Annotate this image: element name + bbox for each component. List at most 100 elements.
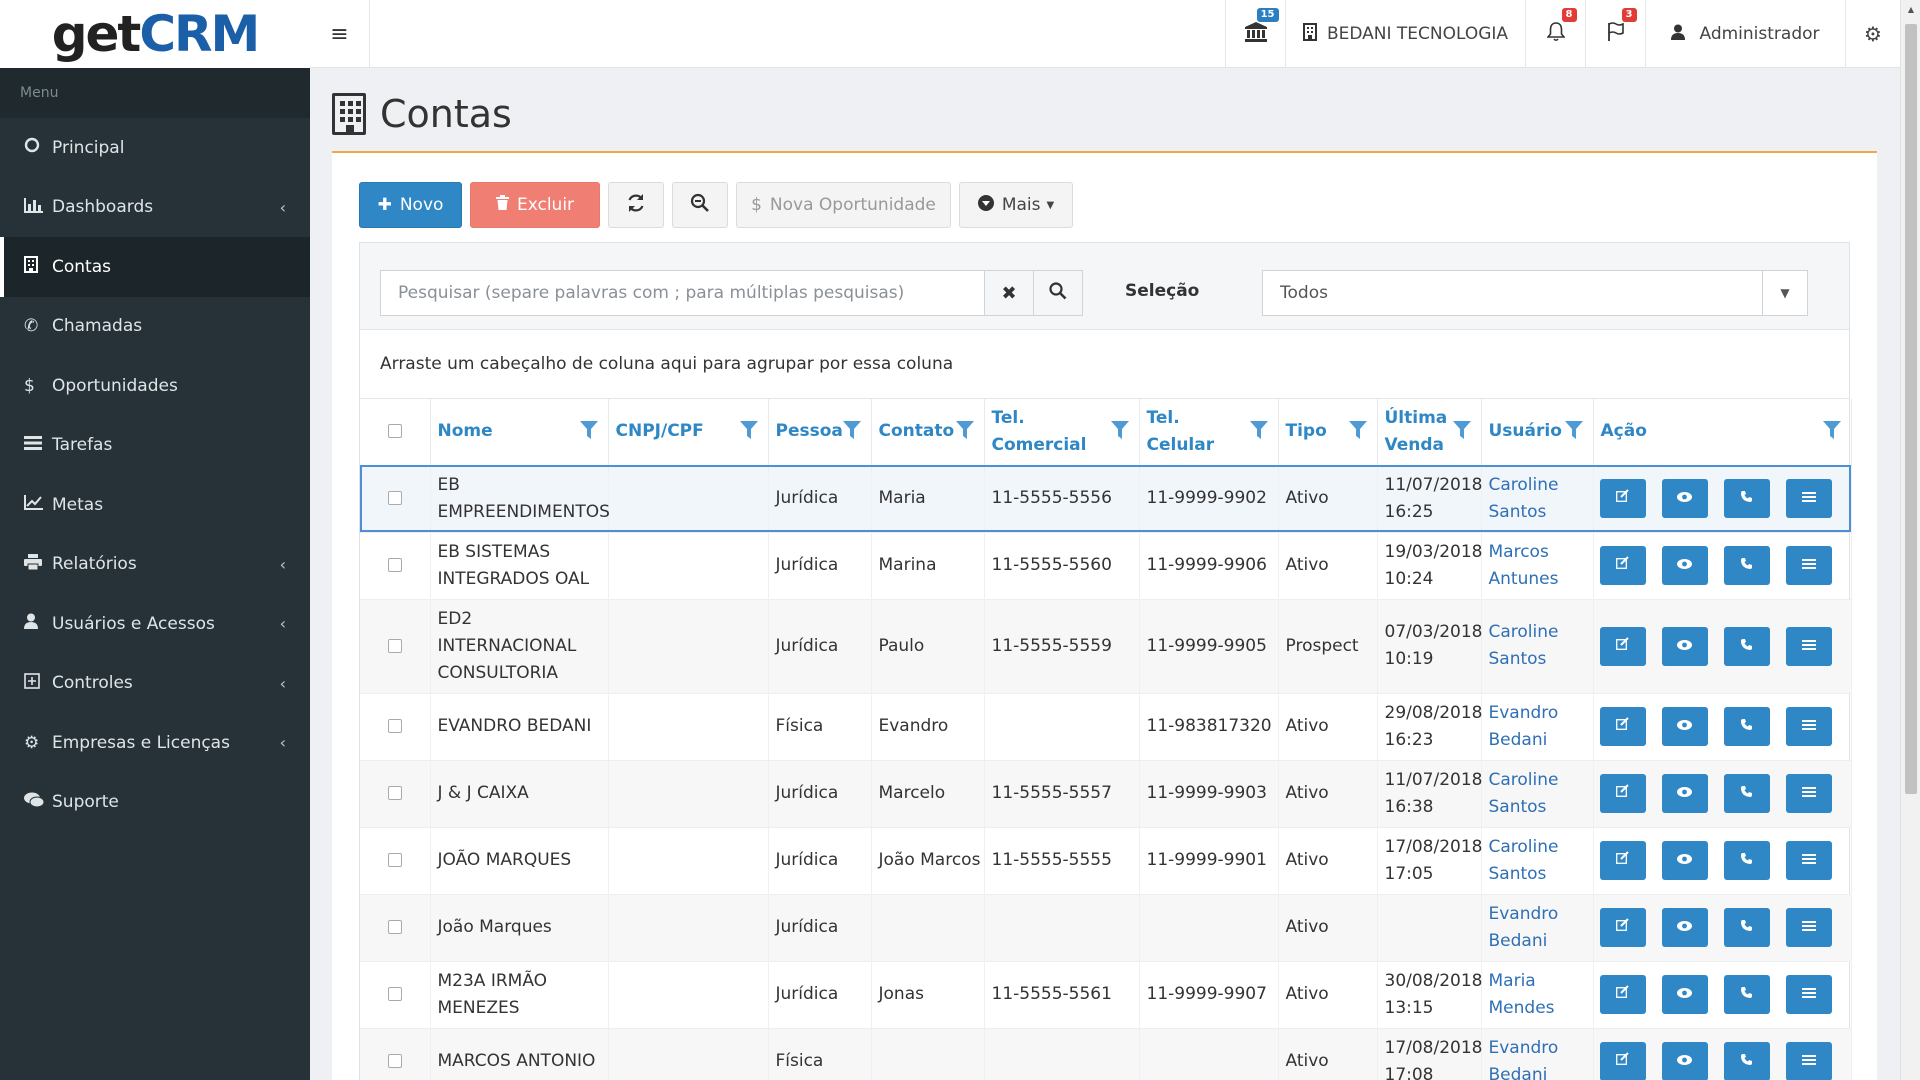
cell-usuario[interactable]: Evandro Bedani (1481, 693, 1594, 760)
sidebar-item-oportunidades[interactable]: $ Oportunidades (0, 356, 310, 416)
filter-icon[interactable] (1110, 421, 1129, 439)
filter-icon[interactable] (1564, 421, 1583, 439)
filter-icon[interactable] (579, 421, 598, 439)
details-button[interactable] (1785, 908, 1832, 947)
search-button[interactable] (1033, 270, 1083, 316)
table-row[interactable]: JOÃO MARQUES Jurídica João Marcos 11-5555-5… (360, 827, 1852, 894)
cell-usuario[interactable]: Marcos Antunes (1481, 532, 1594, 599)
sidebar-item-tarefas[interactable]: Tarefas (0, 416, 310, 476)
column-header-pessoa[interactable]: Pessoa (768, 399, 872, 466)
selection-dropdown[interactable]: Todos ▼ (1262, 270, 1808, 316)
company-selector[interactable]: BEDANI TECNOLOGIA (1285, 0, 1525, 68)
table-row[interactable]: EB SISTEMAS INTEGRADOS OAL Jurídica Marina… (360, 532, 1852, 599)
cell-usuario[interactable]: Evandro Bedani (1481, 1028, 1594, 1080)
filter-icon[interactable] (739, 421, 758, 439)
sidebar-item-principal[interactable]: Principal (0, 118, 310, 178)
edit-button[interactable] (1599, 1042, 1646, 1080)
details-button[interactable] (1785, 841, 1832, 880)
sidebar-item-suporte[interactable]: Suporte (0, 773, 310, 833)
sidebar-item-dashboards[interactable]: Dashboards ‹ (0, 178, 310, 238)
details-button[interactable] (1785, 707, 1832, 746)
sidebar-item-empresas[interactable]: ⚙ Empresas e Licenças ‹ (0, 713, 310, 773)
view-button[interactable] (1661, 841, 1708, 880)
edit-button[interactable] (1599, 908, 1646, 947)
new-opportunity-button[interactable]: $ Nova Oportunidade (736, 182, 951, 228)
view-button[interactable] (1661, 707, 1708, 746)
table-row[interactable]: EB EMPREENDIMENTOS Jurídica Maria 11-5555-5… (360, 465, 1852, 532)
call-button[interactable] (1723, 841, 1770, 880)
call-button[interactable] (1723, 626, 1770, 666)
view-button[interactable] (1661, 1042, 1708, 1080)
call-button[interactable] (1723, 774, 1770, 813)
column-header-acao[interactable]: Ação (1593, 399, 1852, 466)
sidebar-item-usuarios[interactable]: Usuários e Acessos ‹ (0, 594, 310, 654)
edit-button[interactable] (1599, 774, 1646, 813)
row-checkbox[interactable] (387, 719, 402, 733)
flags-button[interactable]: 3 (1585, 0, 1645, 68)
zoom-out-button[interactable] (672, 182, 728, 228)
notifications-button[interactable]: 8 (1525, 0, 1585, 68)
column-header-ultima-venda[interactable]: Última Venda (1377, 399, 1482, 466)
menu-toggle-button[interactable]: ≡ (310, 0, 370, 68)
details-button[interactable] (1785, 626, 1832, 666)
sidebar-item-controles[interactable]: Controles ‹ (0, 654, 310, 714)
details-button[interactable] (1785, 546, 1832, 585)
user-menu[interactable]: Administrador (1645, 0, 1845, 68)
column-header-contato[interactable]: Contato (871, 399, 985, 466)
edit-button[interactable] (1599, 479, 1646, 518)
cell-usuario[interactable]: Maria Mendes (1481, 961, 1594, 1028)
filter-icon[interactable] (955, 421, 974, 439)
column-header-tel-celular[interactable]: Tel. Celular (1139, 399, 1279, 466)
filter-icon[interactable] (1348, 421, 1367, 439)
filter-icon[interactable] (1249, 421, 1268, 439)
details-button[interactable] (1785, 479, 1832, 518)
cell-usuario[interactable]: Evandro Bedani (1481, 894, 1594, 961)
call-button[interactable] (1723, 479, 1770, 518)
sidebar-item-chamadas[interactable]: ✆ Chamadas (0, 297, 310, 357)
more-dropdown-button[interactable]: Mais ▼ (959, 182, 1073, 228)
view-button[interactable] (1661, 774, 1708, 813)
edit-button[interactable] (1599, 841, 1646, 880)
call-button[interactable] (1723, 975, 1770, 1014)
view-button[interactable] (1661, 975, 1708, 1014)
details-button[interactable] (1785, 975, 1832, 1014)
table-row[interactable]: MARCOS ANTONIO Física Ativo 17/08/2018 17:0… (360, 1028, 1852, 1080)
column-header-tel-comercial[interactable]: Tel. Comercial (984, 399, 1140, 466)
app-logo[interactable]: get CRM (0, 0, 310, 68)
sidebar-item-metas[interactable]: Metas (0, 475, 310, 535)
edit-button[interactable] (1599, 707, 1646, 746)
table-row[interactable]: EVANDRO BEDANI Física Evandro 11-983817320 A… (360, 693, 1852, 760)
delete-button[interactable]: Excluir (470, 182, 600, 228)
row-checkbox[interactable] (387, 638, 402, 653)
edit-button[interactable] (1599, 626, 1646, 666)
filter-icon[interactable] (842, 421, 861, 439)
column-header-nome[interactable]: Nome (430, 399, 609, 466)
table-row[interactable]: João Marques Jurídica Ativo Evandro Bedani (360, 894, 1852, 961)
cell-usuario[interactable]: Caroline Santos (1481, 599, 1594, 693)
row-checkbox[interactable] (387, 1054, 402, 1068)
bank-notifications-button[interactable]: 15 (1225, 0, 1285, 68)
cell-usuario[interactable]: Caroline Santos (1481, 465, 1594, 532)
scrollbar-thumb[interactable] (1905, 24, 1917, 794)
table-row[interactable]: M23A IRMÃO MENEZES Jurídica Jonas 11-5555-5… (360, 961, 1852, 1028)
row-checkbox[interactable] (387, 491, 402, 505)
view-button[interactable] (1661, 626, 1708, 666)
filter-icon[interactable] (1452, 421, 1471, 439)
view-button[interactable] (1661, 908, 1708, 947)
settings-button[interactable]: ⚙ (1845, 0, 1900, 68)
cell-usuario[interactable]: Caroline Santos (1481, 760, 1594, 827)
sidebar-item-relatorios[interactable]: Relatórios ‹ (0, 535, 310, 595)
edit-button[interactable] (1599, 975, 1646, 1014)
column-header-usuario[interactable]: Usuário (1481, 399, 1594, 466)
view-button[interactable] (1661, 479, 1708, 518)
column-header-tipo[interactable]: Tipo (1278, 399, 1378, 466)
row-checkbox[interactable] (387, 558, 402, 572)
view-button[interactable] (1661, 546, 1708, 585)
refresh-button[interactable] (608, 182, 664, 228)
clear-search-button[interactable]: ✖ (984, 270, 1034, 316)
scroll-up-icon[interactable]: ▲ (1901, 0, 1920, 18)
call-button[interactable] (1723, 707, 1770, 746)
table-row[interactable]: J & J CAIXA Jurídica Marcelo 11-5555-5557 11… (360, 760, 1852, 827)
table-row[interactable]: ED2 INTERNACIONAL CONSULTORIA Jurídica Pau… (360, 599, 1852, 693)
cell-usuario[interactable]: Caroline Santos (1481, 827, 1594, 894)
